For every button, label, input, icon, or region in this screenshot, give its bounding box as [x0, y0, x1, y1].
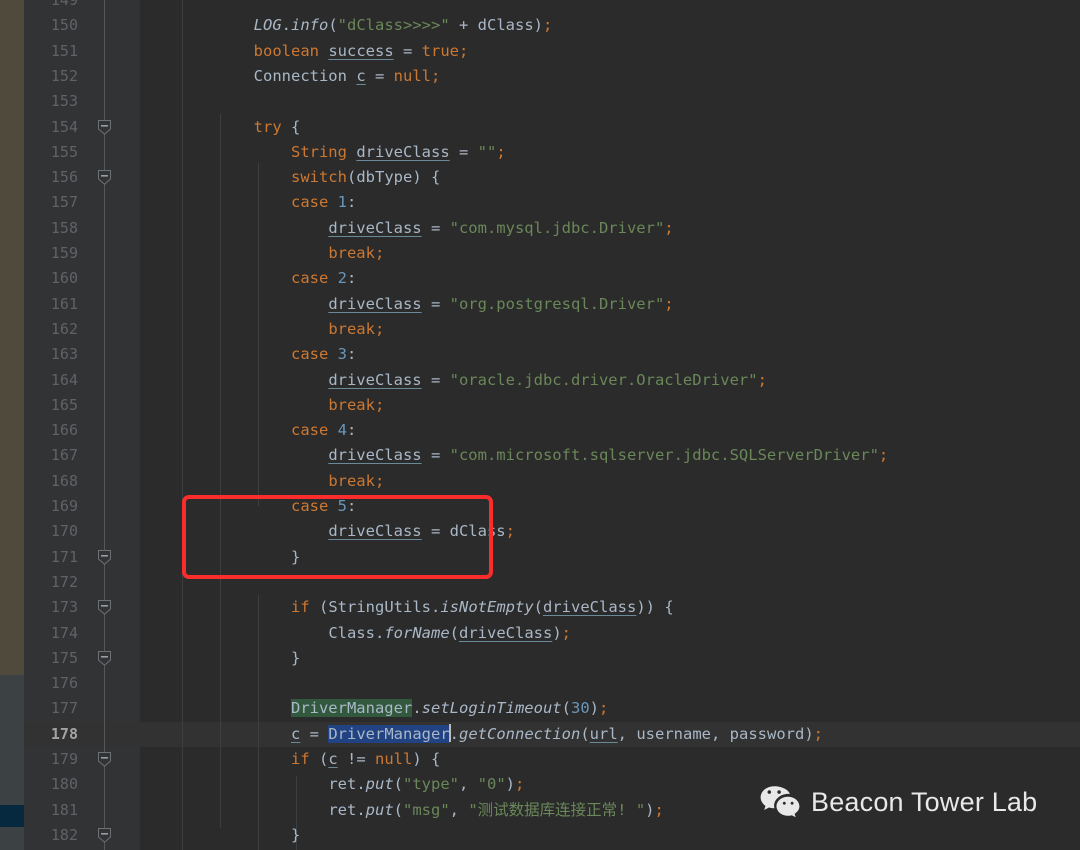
line-number: 181	[50, 800, 78, 819]
fold-collapse-icon[interactable]	[98, 119, 111, 135]
vcs-change-strip[interactable]	[0, 0, 24, 850]
line-number: 175	[50, 648, 78, 667]
code-line[interactable]	[141, 89, 1080, 114]
line-number: 168	[50, 471, 78, 490]
code-line[interactable]: break;	[141, 241, 1080, 266]
line-number: 154	[50, 117, 78, 136]
watermark: Beacon Tower Lab	[760, 785, 1037, 819]
line-number: 159	[50, 244, 78, 262]
code-line[interactable]: try {	[141, 115, 1080, 140]
wechat-icon	[760, 785, 800, 819]
code-line[interactable]: driveClass = "org.postgresql.Driver";	[141, 292, 1080, 317]
code-line[interactable]: driveClass = "oracle.jdbc.driver.OracleD…	[141, 368, 1080, 393]
line-number: 180	[50, 775, 78, 794]
line-number: 155	[50, 142, 78, 161]
line-number: 166	[50, 421, 78, 440]
line-number: 156	[50, 168, 78, 187]
modified-lines-band	[0, 0, 24, 675]
fold-collapse-icon[interactable]	[98, 600, 111, 616]
code-line[interactable]: driveClass = dClass;	[141, 519, 1080, 544]
code-line[interactable]: Class.forName(driveClass);	[141, 621, 1080, 646]
line-number: 153	[50, 92, 78, 111]
code-line[interactable]: driveClass = "com.microsoft.sqlserver.jd…	[141, 443, 1080, 468]
code-line[interactable]: DriverManager.setLoginTimeout(30);	[141, 696, 1080, 721]
code-editor-screenshot: 149 150 151 152 153 154 155 156 157 158 159 160 161 1…	[0, 0, 1080, 850]
added-lines-band	[0, 805, 24, 827]
line-number: 170	[50, 522, 78, 541]
code-line[interactable]	[141, 0, 1080, 13]
code-line[interactable]: case 5:	[141, 494, 1080, 519]
line-number: 151	[50, 41, 78, 60]
line-number: 169	[50, 497, 78, 515]
line-number: 162	[50, 319, 78, 338]
code-line[interactable]: break;	[141, 469, 1080, 494]
fold-collapse-icon[interactable]	[98, 650, 111, 666]
line-number: 173	[50, 598, 78, 617]
code-line[interactable]: String driveClass = "";	[141, 140, 1080, 165]
line-number: 149	[50, 0, 78, 9]
code-line[interactable]: }	[141, 823, 1080, 848]
fold-collapse-icon[interactable]	[98, 752, 111, 767]
unchanged-band-lower	[0, 827, 24, 850]
line-number: 178	[50, 724, 78, 743]
code-line[interactable]: switch(dbType) {	[141, 165, 1080, 190]
line-number: 174	[50, 623, 78, 642]
line-number: 164	[50, 370, 78, 389]
code-line[interactable]: Connection c = null;	[141, 64, 1080, 89]
line-number: 182	[50, 825, 78, 844]
code-line[interactable]: if (c != null) {	[141, 747, 1080, 772]
fold-collapse-icon[interactable]	[98, 827, 111, 843]
fold-collapse-icon[interactable]	[98, 549, 111, 565]
line-number: 150	[50, 16, 78, 35]
line-number: 163	[50, 345, 78, 364]
code-line[interactable]: case 3:	[141, 342, 1080, 367]
code-line[interactable]	[141, 570, 1080, 595]
line-number: 167	[50, 446, 78, 465]
line-number: 152	[50, 66, 78, 85]
code-line[interactable]	[141, 671, 1080, 696]
code-line[interactable]: break;	[141, 317, 1080, 342]
line-number: 172	[50, 572, 78, 591]
line-number: 161	[50, 294, 78, 313]
code-line[interactable]: }	[141, 646, 1080, 671]
code-line[interactable]: c = DriverManager.getConnection(url, use…	[141, 722, 1080, 747]
code-line[interactable]: boolean success = true;	[141, 39, 1080, 64]
line-number: 171	[50, 547, 78, 566]
code-line[interactable]: if (StringUtils.isNotEmpty(driveClass)) …	[141, 595, 1080, 620]
code-line[interactable]: case 1:	[141, 190, 1080, 215]
line-number: 160	[50, 269, 78, 288]
line-number: 157	[50, 193, 78, 212]
line-number: 179	[50, 750, 78, 768]
unchanged-band	[0, 675, 24, 805]
line-number: 158	[50, 218, 78, 237]
code-line[interactable]: LOG.info("dClass>>>>" + dClass);	[141, 13, 1080, 38]
code-line[interactable]: case 2:	[141, 266, 1080, 291]
line-number: 177	[50, 699, 78, 718]
code-line[interactable]: break;	[141, 393, 1080, 418]
code-line[interactable]: }	[141, 545, 1080, 570]
code-line[interactable]: case 4:	[141, 418, 1080, 443]
code-line[interactable]: driveClass = "com.mysql.jdbc.Driver";	[141, 216, 1080, 241]
watermark-text: Beacon Tower Lab	[811, 786, 1038, 817]
line-number: 176	[50, 674, 78, 693]
line-number: 165	[50, 395, 78, 414]
fold-collapse-icon[interactable]	[98, 170, 111, 185]
